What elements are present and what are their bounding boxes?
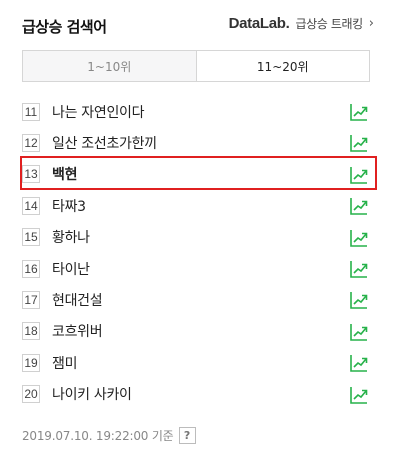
keyword-text: 잼미: [52, 355, 78, 372]
keyword-item[interactable]: 20 나이키 사카이: [22, 379, 382, 410]
trending-up-icon[interactable]: [350, 197, 368, 215]
tracking-link-label: 급상승 트래킹: [295, 17, 364, 31]
rank-range-tabs: 1~10위 11~20위: [22, 50, 370, 82]
keyword-text: 나는 자연인이다: [52, 104, 145, 121]
keyword-item[interactable]: 17 현대건설: [22, 284, 382, 315]
keyword-text: 타이난: [52, 261, 90, 278]
trending-up-icon[interactable]: [350, 323, 368, 341]
rank-number: 19: [22, 353, 40, 372]
keyword-text: 코흐위버: [52, 324, 103, 341]
rank-number: 15: [22, 228, 40, 247]
question-mark-icon[interactable]: ?: [178, 427, 196, 444]
keyword-text: 황하나: [52, 230, 90, 247]
rank-number: 18: [22, 322, 40, 341]
tab-rank-11-20[interactable]: 11~20위: [196, 51, 369, 81]
keyword-text: 타짜3: [52, 198, 86, 215]
keyword-item[interactable]: 19 잼미: [22, 347, 382, 378]
trending-up-icon[interactable]: [350, 354, 368, 372]
keyword-item[interactable]: 11 나는 자연인이다: [22, 96, 382, 127]
trending-up-icon[interactable]: [350, 229, 368, 247]
keyword-text: 현대건설: [52, 293, 103, 310]
rank-number: 16: [22, 259, 40, 278]
rank-number: 20: [22, 385, 40, 404]
footer: 2019.07.10. 19:22:00 기준 ?: [22, 427, 196, 444]
keyword-text: 나이키 사카이: [52, 387, 132, 404]
rank-number: 13: [22, 165, 40, 184]
datalab-tracking-link[interactable]: DataLab. 급상승 트래킹 ›: [229, 15, 374, 32]
rank-number: 17: [22, 291, 40, 310]
trending-up-icon[interactable]: [350, 291, 368, 310]
keyword-item[interactable]: 16 타이난: [22, 253, 382, 284]
rank-number: 14: [22, 196, 40, 215]
rank-number: 12: [22, 134, 40, 153]
tab-rank-1-10[interactable]: 1~10위: [23, 51, 197, 81]
keyword-list: 11 나는 자연인이다 12 일산 조선초가한끼 13 백현 14 타짜3 15…: [22, 96, 382, 410]
page-title: 급상승 검색어: [22, 18, 107, 36]
keyword-item[interactable]: 18 코흐위버: [22, 316, 382, 347]
header: 급상승 검색어 DataLab. 급상승 트래킹 ›: [22, 14, 382, 38]
trending-up-icon[interactable]: [350, 260, 368, 278]
update-timestamp: 2019.07.10. 19:22:00 기준: [22, 429, 174, 443]
trending-up-icon[interactable]: [350, 386, 368, 404]
keyword-item[interactable]: 15 황하나: [22, 222, 382, 253]
keyword-item[interactable]: 12 일산 조선초가한끼: [22, 127, 382, 158]
datalab-logo: DataLab.: [228, 15, 290, 32]
chevron-right-icon: ›: [368, 16, 374, 31]
trending-up-icon[interactable]: [350, 134, 368, 153]
keyword-item[interactable]: 13 백현: [22, 159, 382, 190]
keyword-text: 일산 조선초가한끼: [52, 136, 157, 153]
trending-up-icon[interactable]: [350, 166, 368, 184]
trending-up-icon[interactable]: [350, 103, 368, 121]
rank-number: 11: [22, 102, 40, 121]
keyword-text: 백현: [52, 167, 78, 184]
keyword-item[interactable]: 14 타짜3: [22, 190, 382, 221]
